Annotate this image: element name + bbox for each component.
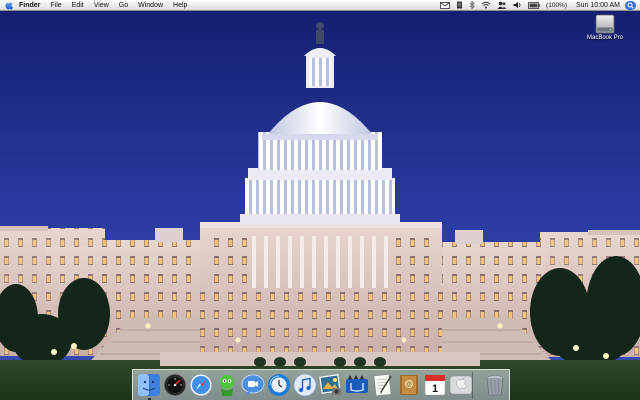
apple-icon[interactable] [2,0,16,11]
desktop-wallpaper [0,0,640,400]
hard-drive-icon [595,14,615,34]
mail-icon[interactable] [437,0,453,11]
battery-icon[interactable] [525,0,543,11]
safari-icon[interactable] [189,373,213,397]
script-icon[interactable] [453,0,466,11]
ichat-av-icon[interactable] [241,373,265,397]
imovie-icon[interactable] [345,373,369,397]
volume-icon[interactable] [510,0,525,11]
battery-percentage[interactable]: (100%) [543,0,570,11]
wifi-icon[interactable] [478,0,494,11]
itunes-icon[interactable] [293,373,317,397]
svg-text:@: @ [406,382,412,388]
menu-bar: Finder File Edit View Go Window Help (10… [0,0,640,11]
address-book-icon[interactable]: @ [397,373,421,397]
dock: @ 1 [132,369,510,400]
menu-help[interactable]: Help [168,0,192,11]
menu-window[interactable]: Window [133,0,168,11]
desktop-icon-label: MacBook Pro [586,35,623,41]
system-preferences-icon[interactable] [449,373,473,397]
textedit-icon[interactable] [371,373,395,397]
menu-clock[interactable]: Sun 10:00 AM [570,2,625,9]
menu-app-finder[interactable]: Finder [16,0,45,11]
dashboard-icon[interactable] [163,373,187,397]
menu-file[interactable]: File [45,0,66,11]
finder-icon[interactable] [137,373,161,397]
ical-icon[interactable]: 1 [423,373,447,397]
menu-edit[interactable]: Edit [67,0,89,11]
status-menus: (100%) Sun 10:00 AM [437,0,640,11]
iphoto-icon[interactable] [319,373,343,397]
spotlight-icon[interactable] [625,0,636,10]
ical-date: 1 [432,383,438,395]
dock-separator [472,372,473,399]
trash-icon[interactable] [483,373,507,397]
desktop-icon-macbook-pro[interactable]: MacBook Pro [582,14,628,41]
ichat-icon[interactable] [215,373,239,397]
menu-view[interactable]: View [89,0,114,11]
time-machine-icon[interactable] [267,373,291,397]
bluetooth-icon[interactable] [466,0,478,11]
user-icon[interactable] [494,0,510,11]
menu-go[interactable]: Go [114,0,133,11]
